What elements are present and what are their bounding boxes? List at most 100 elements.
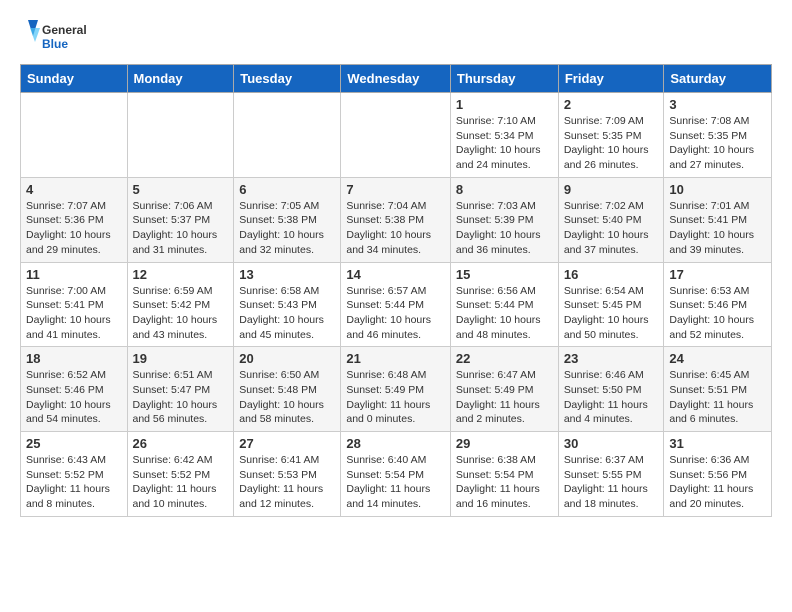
day-content: Sunrise: 7:00 AMSunset: 5:41 PMDaylight:… xyxy=(26,284,122,343)
day-content: Sunrise: 6:43 AMSunset: 5:52 PMDaylight:… xyxy=(26,453,122,512)
day-content: Sunrise: 6:57 AMSunset: 5:44 PMDaylight:… xyxy=(346,284,445,343)
calendar-cell xyxy=(127,93,234,178)
day-number: 2 xyxy=(564,97,659,112)
header-tuesday: Tuesday xyxy=(234,65,341,93)
calendar-cell: 26 Sunrise: 6:42 AMSunset: 5:52 PMDayligh… xyxy=(127,432,234,517)
day-content: Sunrise: 7:05 AMSunset: 5:38 PMDaylight:… xyxy=(239,199,335,258)
day-content: Sunrise: 6:38 AMSunset: 5:54 PMDaylight:… xyxy=(456,453,553,512)
day-content: Sunrise: 7:02 AMSunset: 5:40 PMDaylight:… xyxy=(564,199,659,258)
day-content: Sunrise: 7:10 AMSunset: 5:34 PMDaylight:… xyxy=(456,114,553,173)
calendar-cell: 28 Sunrise: 6:40 AMSunset: 5:54 PMDayligh… xyxy=(341,432,451,517)
day-number: 25 xyxy=(26,436,122,451)
day-number: 9 xyxy=(564,182,659,197)
header-wednesday: Wednesday xyxy=(341,65,451,93)
day-number: 13 xyxy=(239,267,335,282)
day-content: Sunrise: 6:54 AMSunset: 5:45 PMDaylight:… xyxy=(564,284,659,343)
svg-text:Blue: Blue xyxy=(42,37,68,51)
day-content: Sunrise: 6:41 AMSunset: 5:53 PMDaylight:… xyxy=(239,453,335,512)
calendar-week-1: 1 Sunrise: 7:10 AMSunset: 5:34 PMDaylight… xyxy=(21,93,772,178)
day-number: 11 xyxy=(26,267,122,282)
calendar-cell: 10 Sunrise: 7:01 AMSunset: 5:41 PMDayligh… xyxy=(664,177,772,262)
day-content: Sunrise: 6:50 AMSunset: 5:48 PMDaylight:… xyxy=(239,368,335,427)
calendar-cell: 8 Sunrise: 7:03 AMSunset: 5:39 PMDaylight… xyxy=(450,177,558,262)
day-number: 23 xyxy=(564,351,659,366)
day-number: 12 xyxy=(133,267,229,282)
day-number: 4 xyxy=(26,182,122,197)
logo: General Blue xyxy=(20,16,110,56)
calendar-cell xyxy=(21,93,128,178)
day-content: Sunrise: 6:40 AMSunset: 5:54 PMDaylight:… xyxy=(346,453,445,512)
day-number: 20 xyxy=(239,351,335,366)
calendar-cell: 24Sunrise: 6:45 AMSunset: 5:51 PMDayligh… xyxy=(664,347,772,432)
calendar-cell: 23Sunrise: 6:46 AMSunset: 5:50 PMDayligh… xyxy=(558,347,664,432)
calendar-cell: 27 Sunrise: 6:41 AMSunset: 5:53 PMDayligh… xyxy=(234,432,341,517)
day-content: Sunrise: 6:52 AMSunset: 5:46 PMDaylight:… xyxy=(26,368,122,427)
calendar-cell xyxy=(341,93,451,178)
calendar-cell: 31 Sunrise: 6:36 AMSunset: 5:56 PMDayligh… xyxy=(664,432,772,517)
day-number: 22 xyxy=(456,351,553,366)
day-number: 14 xyxy=(346,267,445,282)
day-number: 6 xyxy=(239,182,335,197)
day-content: Sunrise: 6:47 AMSunset: 5:49 PMDaylight:… xyxy=(456,368,553,427)
day-content: Sunrise: 6:42 AMSunset: 5:52 PMDaylight:… xyxy=(133,453,229,512)
day-number: 3 xyxy=(669,97,766,112)
day-number: 18 xyxy=(26,351,122,366)
day-content: Sunrise: 6:48 AMSunset: 5:49 PMDaylight:… xyxy=(346,368,445,427)
calendar-table: SundayMondayTuesdayWednesdayThursdayFrid… xyxy=(20,64,772,517)
day-content: Sunrise: 7:08 AMSunset: 5:35 PMDaylight:… xyxy=(669,114,766,173)
day-content: Sunrise: 6:51 AMSunset: 5:47 PMDaylight:… xyxy=(133,368,229,427)
calendar-cell xyxy=(234,93,341,178)
day-number: 17 xyxy=(669,267,766,282)
day-number: 27 xyxy=(239,436,335,451)
calendar-cell: 14 Sunrise: 6:57 AMSunset: 5:44 PMDayligh… xyxy=(341,262,451,347)
day-content: Sunrise: 6:36 AMSunset: 5:56 PMDaylight:… xyxy=(669,453,766,512)
calendar-cell: 22 Sunrise: 6:47 AMSunset: 5:49 PMDayligh… xyxy=(450,347,558,432)
calendar-cell: 2 Sunrise: 7:09 AMSunset: 5:35 PMDaylight… xyxy=(558,93,664,178)
day-number: 30 xyxy=(564,436,659,451)
day-number: 31 xyxy=(669,436,766,451)
calendar-cell: 1 Sunrise: 7:10 AMSunset: 5:34 PMDaylight… xyxy=(450,93,558,178)
day-number: 10 xyxy=(669,182,766,197)
calendar-week-3: 11 Sunrise: 7:00 AMSunset: 5:41 PMDayligh… xyxy=(21,262,772,347)
day-number: 28 xyxy=(346,436,445,451)
calendar-cell: 19 Sunrise: 6:51 AMSunset: 5:47 PMDayligh… xyxy=(127,347,234,432)
day-content: Sunrise: 6:37 AMSunset: 5:55 PMDaylight:… xyxy=(564,453,659,512)
day-content: Sunrise: 6:56 AMSunset: 5:44 PMDaylight:… xyxy=(456,284,553,343)
day-number: 1 xyxy=(456,97,553,112)
day-number: 15 xyxy=(456,267,553,282)
day-number: 8 xyxy=(456,182,553,197)
header: General Blue xyxy=(20,16,772,56)
day-number: 16 xyxy=(564,267,659,282)
calendar-cell: 16 Sunrise: 6:54 AMSunset: 5:45 PMDayligh… xyxy=(558,262,664,347)
calendar-cell: 12Sunrise: 6:59 AMSunset: 5:42 PMDayligh… xyxy=(127,262,234,347)
header-monday: Monday xyxy=(127,65,234,93)
day-number: 19 xyxy=(133,351,229,366)
day-content: Sunrise: 6:45 AMSunset: 5:51 PMDaylight:… xyxy=(669,368,766,427)
day-content: Sunrise: 7:07 AMSunset: 5:36 PMDaylight:… xyxy=(26,199,122,258)
logo-svg: General Blue xyxy=(20,16,110,56)
header-thursday: Thursday xyxy=(450,65,558,93)
day-number: 5 xyxy=(133,182,229,197)
calendar-cell: 5Sunrise: 7:06 AMSunset: 5:37 PMDaylight… xyxy=(127,177,234,262)
calendar-week-5: 25 Sunrise: 6:43 AMSunset: 5:52 PMDayligh… xyxy=(21,432,772,517)
calendar-cell: 15 Sunrise: 6:56 AMSunset: 5:44 PMDayligh… xyxy=(450,262,558,347)
day-content: Sunrise: 7:03 AMSunset: 5:39 PMDaylight:… xyxy=(456,199,553,258)
header-friday: Friday xyxy=(558,65,664,93)
calendar-cell: 9 Sunrise: 7:02 AMSunset: 5:40 PMDaylight… xyxy=(558,177,664,262)
calendar-cell: 13Sunrise: 6:58 AMSunset: 5:43 PMDayligh… xyxy=(234,262,341,347)
day-content: Sunrise: 7:01 AMSunset: 5:41 PMDaylight:… xyxy=(669,199,766,258)
header-saturday: Saturday xyxy=(664,65,772,93)
calendar-cell: 11 Sunrise: 7:00 AMSunset: 5:41 PMDayligh… xyxy=(21,262,128,347)
day-number: 29 xyxy=(456,436,553,451)
day-content: Sunrise: 7:09 AMSunset: 5:35 PMDaylight:… xyxy=(564,114,659,173)
calendar-cell: 7Sunrise: 7:04 AMSunset: 5:38 PMDaylight… xyxy=(341,177,451,262)
calendar-cell: 29 Sunrise: 6:38 AMSunset: 5:54 PMDayligh… xyxy=(450,432,558,517)
day-number: 21 xyxy=(346,351,445,366)
header-sunday: Sunday xyxy=(21,65,128,93)
day-content: Sunrise: 6:53 AMSunset: 5:46 PMDaylight:… xyxy=(669,284,766,343)
calendar-cell: 20 Sunrise: 6:50 AMSunset: 5:48 PMDayligh… xyxy=(234,347,341,432)
calendar-week-2: 4 Sunrise: 7:07 AMSunset: 5:36 PMDaylight… xyxy=(21,177,772,262)
calendar-cell: 30 Sunrise: 6:37 AMSunset: 5:55 PMDayligh… xyxy=(558,432,664,517)
calendar-cell: 18 Sunrise: 6:52 AMSunset: 5:46 PMDayligh… xyxy=(21,347,128,432)
day-number: 26 xyxy=(133,436,229,451)
